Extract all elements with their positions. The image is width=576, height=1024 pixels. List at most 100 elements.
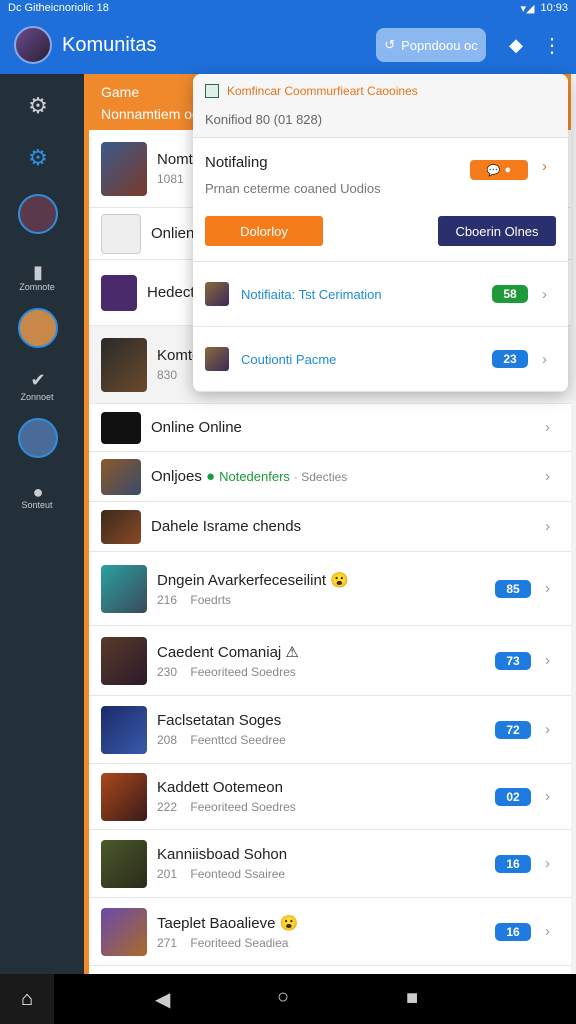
chat-bubble-icon: 💬 bbox=[486, 164, 501, 177]
gear-active-icon[interactable]: ⚙ bbox=[18, 138, 58, 178]
refresh-icon: ↺ bbox=[384, 37, 396, 52]
status-bar: Dc Githeicnoriolic 18 ▾◢ 10:93 bbox=[0, 0, 576, 16]
reaction-chip[interactable]: 💬 ● bbox=[470, 160, 528, 180]
game-thumbnail bbox=[101, 636, 147, 685]
item-sub: Feeoriteed Soedres bbox=[190, 800, 296, 814]
community-icon bbox=[205, 84, 219, 98]
chevron-right-icon: › bbox=[545, 788, 550, 805]
count-badge: 02 bbox=[495, 787, 531, 806]
system-nav-bar: ⌂ ◀ ○ ■ bbox=[0, 974, 576, 1024]
chevron-right-icon: › bbox=[545, 518, 550, 535]
list-item[interactable]: Dahele Israme chends › bbox=[89, 502, 571, 552]
item-sub: Feeoriteed Soedres bbox=[190, 664, 296, 679]
count-badge: 73 bbox=[495, 651, 531, 670]
item-title: Caedent Comaniaj ⚠ bbox=[157, 643, 299, 661]
open-online-button[interactable]: Cboerin Olnes bbox=[438, 216, 556, 246]
avatar[interactable] bbox=[18, 308, 58, 348]
settings-icon[interactable]: ⚙ bbox=[18, 86, 58, 126]
game-logo bbox=[101, 411, 141, 444]
more-vertical-icon[interactable]: ⋮ bbox=[542, 33, 562, 58]
game-thumbnail bbox=[101, 839, 147, 888]
item-count: 230 bbox=[157, 664, 178, 679]
game-thumbnail bbox=[205, 347, 229, 371]
chevron-right-icon: › bbox=[545, 923, 550, 940]
popup-row[interactable]: Notifiaita: Tst Cerimation 58 › bbox=[193, 262, 568, 327]
popup-title: Komfincar Coommurfieart Caooines bbox=[227, 84, 418, 98]
chevron-right-icon: › bbox=[545, 721, 550, 738]
signal-icon: ▾◢ bbox=[520, 2, 535, 15]
count-badge: 23 bbox=[492, 350, 528, 368]
list-item[interactable]: Dngein Avarkerfeceseilint 😮 216 Foedrts 8… bbox=[89, 552, 571, 626]
popup-row-label: Notifiaita: Tst Cerimation bbox=[241, 286, 382, 302]
app-title: Komunitas bbox=[62, 33, 157, 56]
home-icon[interactable]: ⌂ bbox=[0, 974, 54, 1024]
count-badge: 58 bbox=[492, 285, 528, 303]
notification-subtitle: Prnan ceterme coaned Uodios bbox=[205, 181, 381, 196]
list-item[interactable]: Taeplet Baoalieve 😮 271 Feoriteed Seadiea… bbox=[89, 898, 571, 966]
list-item[interactable]: Onljoes ● Notedenfers · Sdecties › bbox=[89, 452, 571, 502]
status-time: 10:93 bbox=[540, 2, 568, 14]
item-title: Online Online bbox=[151, 419, 242, 436]
game-thumbnail bbox=[101, 907, 147, 956]
game-thumbnail bbox=[101, 509, 141, 544]
side-rail: ⚙ ⚙ ▮ Zomnote ✔ Zonnoet ● Sonteut bbox=[0, 74, 84, 974]
item-status: Notedenfers bbox=[219, 469, 290, 484]
item-sub: Feenttcd Seedree bbox=[190, 733, 286, 747]
avatar[interactable] bbox=[18, 194, 58, 234]
item-count: 222 bbox=[157, 800, 178, 814]
popdown-button[interactable]: ↺ Popndoou oc bbox=[376, 28, 486, 62]
count-badge: 16 bbox=[495, 854, 531, 873]
chevron-right-icon: › bbox=[545, 468, 550, 485]
app-bar: Komunitas ↺ Popndoou oc ◆ ⋮ bbox=[0, 16, 576, 74]
chevron-right-icon: › bbox=[545, 652, 550, 669]
rail-label: Zomnote bbox=[19, 282, 55, 292]
list-item[interactable]: Faclsetatan Soges 208 Feenttcd Seedree 72… bbox=[89, 696, 571, 764]
chevron-right-icon: › bbox=[545, 419, 550, 436]
chevron-right-icon: › bbox=[542, 350, 547, 368]
home-circle-icon[interactable]: ○ bbox=[277, 986, 289, 1009]
alert-dot-icon: ● bbox=[504, 164, 512, 176]
item-title: Dahele Israme chends bbox=[151, 518, 302, 535]
count-badge: 16 bbox=[495, 922, 531, 941]
avatar[interactable] bbox=[18, 418, 58, 458]
game-thumbnail bbox=[205, 282, 229, 306]
item-count: 216 bbox=[157, 592, 178, 607]
app-logo bbox=[14, 26, 52, 64]
item-sub: Feonteod Ssairee bbox=[190, 867, 286, 881]
display-button[interactable]: Dolorloy bbox=[205, 216, 323, 246]
game-thumbnail bbox=[101, 705, 147, 754]
item-title: Dngein Avarkerfeceseilint 😮 bbox=[157, 571, 349, 589]
popup-header: Komfincar Coommurfieart Caooines Konifio… bbox=[193, 74, 568, 138]
item-title: Faclsetatan Soges bbox=[157, 712, 282, 729]
back-icon[interactable]: ◀ bbox=[155, 987, 170, 1012]
popup-row[interactable]: Coutionti Pacme 23 › bbox=[193, 327, 568, 392]
item-title: Onljoes bbox=[151, 468, 202, 485]
item-count: 271 bbox=[157, 935, 178, 950]
notification-popup: Komfincar Coommurfieart Caooines Konifio… bbox=[193, 74, 568, 392]
list-item[interactable]: Caedent Comaniaj ⚠ 230 Feeoriteed Soedres… bbox=[89, 626, 571, 696]
item-title: Kaddett Ootemeon bbox=[157, 779, 283, 796]
list-item[interactable]: Online Online › bbox=[89, 404, 571, 452]
calendar-icon bbox=[101, 213, 141, 254]
chevron-right-icon: › bbox=[542, 158, 547, 175]
chevron-right-icon: › bbox=[545, 855, 550, 872]
recents-icon[interactable]: ■ bbox=[406, 987, 418, 1010]
item-status-extra: · Sdecties bbox=[293, 470, 348, 484]
count-badge: 72 bbox=[495, 720, 531, 739]
chevron-right-icon: › bbox=[542, 285, 547, 303]
list-item[interactable]: Kaddett Ootemeon 222 Feeoriteed Soedres 0… bbox=[89, 764, 571, 830]
item-sub: Feoriteed Seadiea bbox=[190, 935, 289, 950]
item-sub: Foedrts bbox=[190, 592, 232, 607]
share-icon[interactable]: ◆ bbox=[504, 33, 528, 57]
grid-icon bbox=[101, 274, 137, 311]
rail-label: Zonnoet bbox=[20, 392, 54, 402]
rail-label: Sonteut bbox=[21, 500, 53, 510]
list-item[interactable]: Kanniisboad Sohon 201 Feonteod Ssairee 16… bbox=[89, 830, 571, 898]
notification-card[interactable]: Notifaling Prnan ceterme coaned Uodios 💬… bbox=[193, 138, 568, 262]
game-thumbnail bbox=[101, 141, 147, 196]
game-thumbnail bbox=[101, 772, 147, 821]
count-badge: 85 bbox=[495, 579, 531, 598]
game-thumbnail bbox=[101, 337, 147, 392]
popup-subtitle: Konifiod 80 (01 828) bbox=[205, 112, 323, 127]
online-icon: ● bbox=[206, 468, 216, 485]
